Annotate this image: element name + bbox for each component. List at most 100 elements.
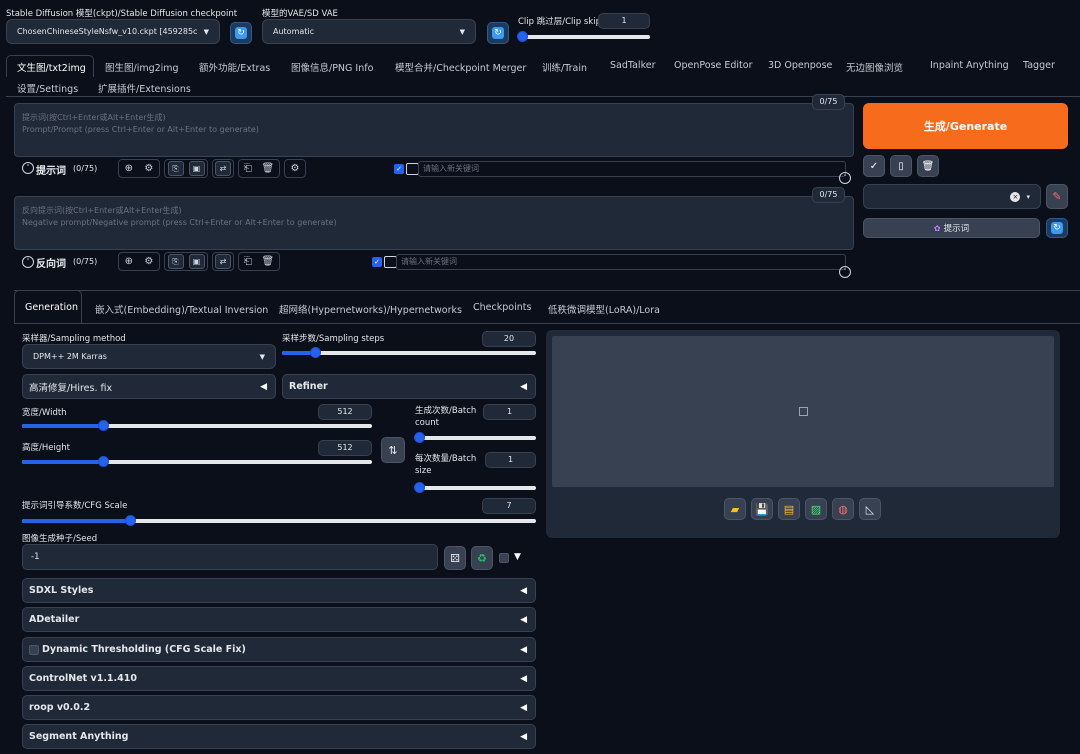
swap-dimensions-icon[interactable]: ⇅ <box>381 437 405 463</box>
clip-skip-slider[interactable] <box>517 31 650 42</box>
tab-png-info[interactable]: 图像信息/PNG Info <box>291 60 373 74</box>
accordion-segment-anything[interactable]: Segment Anything ◀ <box>22 724 536 749</box>
paste-icon[interactable]: ▣ <box>188 161 205 176</box>
slider-thumb[interactable] <box>310 347 322 358</box>
batch-size-slider[interactable] <box>414 482 536 493</box>
batch-count-input[interactable]: 1 <box>483 404 536 420</box>
send-to-inpaint-icon[interactable]: ◍ <box>832 498 854 520</box>
negative-keyword-checkbox[interactable]: ✓ <box>372 257 382 267</box>
tab-image-browser[interactable]: 无边图像浏览 <box>846 60 903 74</box>
vae-dropdown[interactable]: Automatic ▼ <box>262 19 476 44</box>
slider-thumb[interactable] <box>414 432 425 443</box>
accordion-sdxl-styles[interactable]: SDXL Styles ◀ <box>22 578 536 603</box>
tab-settings[interactable]: 设置/Settings <box>17 81 78 95</box>
clip-skip-input[interactable]: 1 <box>598 13 650 29</box>
refiner-accordion[interactable]: Refiner ◀ <box>282 374 536 399</box>
steps-input[interactable]: 20 <box>482 331 536 347</box>
sampler-dropdown[interactable]: DPM++ 2M Karras ▼ <box>22 344 276 369</box>
copy-icon[interactable]: ⎘ <box>167 254 184 269</box>
vae-refresh-button[interactable]: ↻ <box>487 22 509 44</box>
tab-tagger[interactable]: Tagger <box>1023 60 1055 71</box>
dice-icon[interactable]: ⚄ <box>444 546 466 570</box>
recycle-icon[interactable]: ♻ <box>471 546 493 570</box>
subtab-embedding[interactable]: 嵌入式(Embedding)/Textual Inversion <box>95 302 268 316</box>
keyword-input[interactable]: 请输入新关键词 <box>418 161 846 177</box>
width-input[interactable]: 512 <box>318 404 372 420</box>
clear-icon[interactable]: × <box>1010 191 1021 202</box>
height-input[interactable]: 512 <box>318 440 372 456</box>
clipboard-icon[interactable]: ▯ <box>890 155 912 177</box>
batch-size-input[interactable]: 1 <box>485 452 536 468</box>
width-slider[interactable] <box>22 420 372 431</box>
subtab-checkpoints[interactable]: Checkpoints <box>473 302 531 313</box>
styles-prompt-button[interactable]: ✿ 提示词 <box>863 218 1040 238</box>
globe-icon[interactable]: ⊕ <box>125 163 133 174</box>
tab-inpaint-anything[interactable]: Inpaint Anything <box>930 60 1009 71</box>
negative-prompt-textarea[interactable]: 反向提示词(按Ctrl+Enter或Alt+Enter生成) Negative … <box>14 196 854 250</box>
tab-openpose-editor[interactable]: OpenPose Editor <box>674 60 753 71</box>
subtab-hypernetworks[interactable]: 超网络(Hypernetworks)/Hypernetworks <box>279 302 462 316</box>
styles-refresh-button[interactable]: ↻ <box>1046 218 1068 238</box>
dynamic-thresholding-checkbox[interactable] <box>29 644 39 655</box>
tab-extensions[interactable]: 扩展插件/Extensions <box>98 81 191 95</box>
send-to-img2img-icon[interactable]: ▨ <box>805 498 827 520</box>
gear-icon[interactable]: ⚙ <box>144 256 153 267</box>
trash-icon[interactable]: 🗑 <box>917 155 939 177</box>
trash-icon[interactable]: 🗑 <box>261 256 274 267</box>
batch-count-slider[interactable] <box>414 432 536 443</box>
prompt-textarea[interactable]: 提示词(按Ctrl+Enter或Alt+Enter生成) Prompt/Prom… <box>14 103 854 157</box>
hires-fix-accordion[interactable]: 高清修复/Hires. fix ◀ <box>22 374 276 399</box>
accordion-controlnet[interactable]: ControlNet v1.1.410 ◀ <box>22 666 536 691</box>
gear-icon[interactable]: ⚙ <box>144 163 153 174</box>
expand-up-icon[interactable]: ˄ <box>839 172 851 184</box>
paste-icon[interactable]: ▣ <box>188 254 205 269</box>
subtab-generation[interactable]: Generation <box>25 302 78 313</box>
accordion-adetailer[interactable]: ADetailer ◀ <box>22 607 536 632</box>
translate-icon[interactable]: ⇄ <box>215 161 231 176</box>
subtab-lora[interactable]: 低秩微调模型(LoRA)/Lora <box>548 302 660 316</box>
tab-sadtalker[interactable]: SadTalker <box>610 60 656 71</box>
save-icon[interactable]: 💾 <box>751 498 773 520</box>
checkpoint-dropdown[interactable]: ChosenChineseStyleNsfw_v10.ckpt [459285c… <box>6 19 220 44</box>
styles-dropdown[interactable]: × ▾ <box>863 184 1041 209</box>
tab-checkpoint-merger[interactable]: 模型合并/Checkpoint Merger <box>395 60 526 74</box>
tab-txt2img[interactable]: 文生图/txt2img <box>17 60 86 74</box>
slider-thumb[interactable] <box>97 456 109 467</box>
collapse-icon[interactable]: ˅ <box>22 256 34 268</box>
history-icon[interactable]: ⎗ <box>244 256 252 267</box>
negative-keyword-input[interactable]: 请输入新关键词 <box>396 254 846 270</box>
seed-extra-checkbox[interactable] <box>499 553 509 563</box>
generate-button[interactable]: 生成/Generate <box>863 103 1068 149</box>
tab-img2img[interactable]: 图生图/img2img <box>105 60 179 74</box>
zip-icon[interactable]: ▤ <box>778 498 800 520</box>
slider-thumb[interactable] <box>517 31 528 42</box>
globe-icon[interactable]: ⊕ <box>125 256 133 267</box>
keyword-checkbox[interactable]: ✓ <box>394 164 404 174</box>
accordion-roop[interactable]: roop v0.0.2 ◀ <box>22 695 536 720</box>
send-to-extras-icon[interactable]: ◺ <box>859 498 881 520</box>
translate-icon[interactable]: ⇄ <box>215 254 231 269</box>
tab-3d-openpose[interactable]: 3D Openpose <box>768 60 832 71</box>
folder-icon[interactable]: ▰ <box>724 498 746 520</box>
collapse-icon[interactable]: ˅ <box>22 162 34 174</box>
tab-extras[interactable]: 额外功能/Extras <box>199 60 270 74</box>
steps-slider[interactable] <box>282 347 536 358</box>
gear-icon[interactable]: ⚙ <box>291 163 300 174</box>
accordion-dynamic-thresholding[interactable]: Dynamic Thresholding (CFG Scale Fix) ◀ <box>22 637 536 662</box>
brush-icon[interactable]: ✎ <box>1046 184 1068 209</box>
slider-thumb[interactable] <box>124 515 136 526</box>
trash-icon[interactable]: 🗑 <box>261 163 274 174</box>
history-icon[interactable]: ⎗ <box>244 163 252 174</box>
seed-input[interactable]: -1 <box>22 544 438 570</box>
height-slider[interactable] <box>22 456 372 467</box>
slider-thumb[interactable] <box>97 420 109 431</box>
cfg-slider[interactable] <box>22 515 536 526</box>
copy-icon[interactable]: ⎘ <box>167 161 184 176</box>
check-icon[interactable]: ✓ <box>863 155 885 177</box>
slider-thumb[interactable] <box>414 482 425 493</box>
checkpoint-refresh-button[interactable]: ↻ <box>230 22 252 44</box>
seed-extra-toggle-icon[interactable]: ▼ <box>514 552 521 562</box>
expand-up-icon[interactable]: ˄ <box>839 266 851 278</box>
tab-train[interactable]: 训练/Train <box>542 60 587 74</box>
cfg-input[interactable]: 7 <box>482 498 536 514</box>
